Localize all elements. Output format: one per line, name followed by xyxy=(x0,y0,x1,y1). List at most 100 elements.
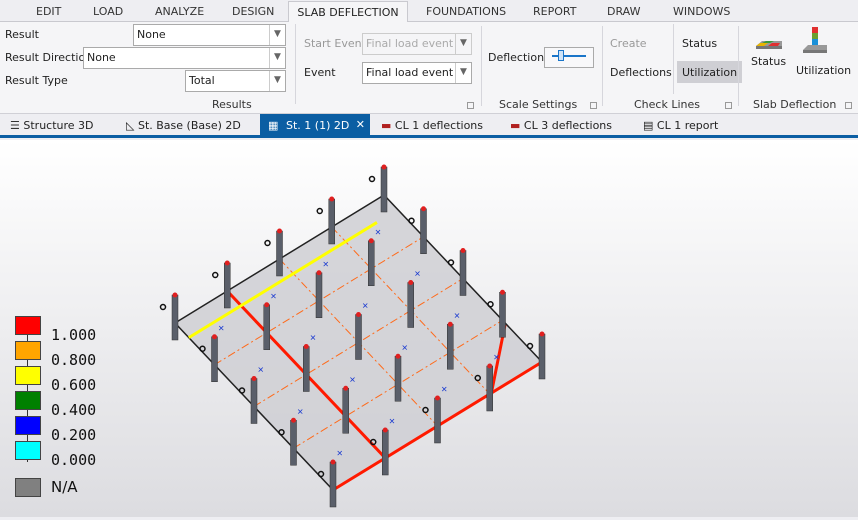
deflection-marker-icon: ✕ xyxy=(441,385,448,394)
legend-na-swatch xyxy=(15,478,41,497)
column-top xyxy=(291,417,296,423)
tab-foundations[interactable]: FOUNDATIONS xyxy=(426,5,506,18)
result-direction-select[interactable]: None ▼ xyxy=(83,47,286,69)
column xyxy=(459,250,467,296)
deflection-marker-icon: ✕ xyxy=(310,334,317,343)
column xyxy=(290,420,297,466)
start-event-label: Start Event xyxy=(304,37,366,50)
support-marker-icon xyxy=(368,175,376,183)
column xyxy=(538,333,546,380)
dialog-launcher-icon[interactable] xyxy=(845,102,852,109)
result-label: Result xyxy=(5,28,39,41)
start-event-value: Final load event xyxy=(366,37,454,50)
column-top xyxy=(316,270,322,276)
support-marker-icon xyxy=(212,271,219,279)
doc-tab-label: CL 1 report xyxy=(656,119,719,132)
legend-label: 1.000 xyxy=(51,326,97,344)
column-top xyxy=(356,312,361,317)
list-icon: ☰ xyxy=(10,119,20,132)
column-top xyxy=(330,459,336,465)
column xyxy=(420,208,427,254)
deflection-scale-slider[interactable] xyxy=(544,47,594,68)
legend-swatch xyxy=(15,316,41,335)
column xyxy=(434,397,441,444)
column-top xyxy=(277,228,282,234)
column xyxy=(303,346,310,392)
dialog-launcher-icon[interactable] xyxy=(725,102,732,109)
column-top xyxy=(395,353,401,359)
column-top xyxy=(303,344,309,349)
slab-status-button[interactable]: Status xyxy=(748,32,788,82)
tab-label: SLAB DEFLECTION xyxy=(297,6,399,19)
column xyxy=(394,356,402,402)
deflection-marker-icon: ✕ xyxy=(218,324,225,333)
checkline-status-button[interactable]: Status xyxy=(682,37,717,50)
tab-slab-deflection[interactable]: SLAB DEFLECTION xyxy=(288,1,408,23)
column-top xyxy=(329,196,335,202)
tab-load[interactable]: LOAD xyxy=(93,5,123,18)
dialog-launcher-icon[interactable] xyxy=(467,102,474,109)
column-top xyxy=(421,206,426,212)
column xyxy=(328,198,335,245)
close-icon[interactable]: ✕ xyxy=(356,118,365,131)
slab-utilization-icon xyxy=(803,27,827,53)
column xyxy=(447,324,454,370)
doc-tab-cl-3-deflections[interactable]: ▬ CL 3 deflections xyxy=(510,119,612,132)
support-marker-icon xyxy=(526,342,534,350)
column-top xyxy=(382,427,388,433)
column xyxy=(382,429,389,476)
menu-bar: SLAB DEFLECTION EDIT LOAD ANALYZE DESIGN… xyxy=(0,0,858,23)
doc-tab-cl-1-deflections[interactable]: ▬ CL 1 deflections xyxy=(381,119,483,132)
legend-swatch xyxy=(15,391,41,410)
result-direction-label: Result Direction xyxy=(5,51,93,64)
group-slab-deflection: Slab Deflection xyxy=(753,98,837,111)
result-type-select[interactable]: Total ▼ xyxy=(185,70,286,92)
deflection-marker-icon: ✕ xyxy=(257,366,264,375)
column-top xyxy=(381,164,387,170)
column-top xyxy=(539,331,545,337)
event-select[interactable]: Final load event ▼ xyxy=(362,62,472,84)
column xyxy=(224,262,231,309)
tab-windows[interactable]: WINDOWS xyxy=(673,5,730,18)
doc-tab-st-base-2d[interactable]: ◺ St. Base (Base) 2D xyxy=(126,119,241,132)
result-select[interactable]: None ▼ xyxy=(133,24,286,46)
column-top xyxy=(408,280,414,285)
legend-label: 0.600 xyxy=(51,376,97,394)
legend-na-label: N/A xyxy=(51,478,78,496)
group-scale-settings: Scale Settings xyxy=(499,98,578,111)
deflection-marker-icon: ✕ xyxy=(414,270,421,279)
column-top xyxy=(487,363,493,369)
column-top xyxy=(251,376,257,381)
checkline-icon: ▬ xyxy=(381,119,392,132)
result-type-value: Total xyxy=(189,74,215,87)
deflections-scale-label: Deflections xyxy=(488,51,550,64)
column-top xyxy=(343,385,349,391)
dialog-launcher-icon[interactable] xyxy=(590,102,597,109)
viewport-3d[interactable]: ✕ ✕ ✕ ✕ ✕ ✕ ✕ ✕ ✕ ✕ ✕ ✕ ✕ ✕ ✕ ✕ 1.000 0.800 0.600 0.400… xyxy=(0,140,858,517)
tab-report[interactable]: REPORT xyxy=(533,5,576,18)
column xyxy=(380,166,388,213)
tab-analyze[interactable]: ANALYZE xyxy=(155,5,204,18)
checkline-deflections-button[interactable]: Deflections xyxy=(610,66,672,79)
doc-tab-structure-3d[interactable]: ☰ Structure 3D xyxy=(10,119,94,132)
checkline-utilization-button[interactable]: Utilization xyxy=(677,61,743,83)
tab-draw[interactable]: DRAW xyxy=(607,5,640,18)
tab-edit[interactable]: EDIT xyxy=(36,5,61,18)
slab-status-icon xyxy=(756,41,782,49)
slab-utilization-button[interactable]: Utilization xyxy=(795,24,851,79)
column-top xyxy=(435,395,440,401)
legend-label: 0.000 xyxy=(51,451,97,469)
slab-utilization-label: Utilization xyxy=(796,64,852,77)
doc-tab-cl-1-report[interactable]: ▤ CL 1 report xyxy=(643,119,718,132)
slab-model[interactable]: ✕ ✕ ✕ ✕ ✕ ✕ ✕ ✕ ✕ ✕ ✕ ✕ ✕ ✕ ✕ ✕ xyxy=(0,140,858,517)
doc-tab-label: CL 3 deflections xyxy=(523,119,613,132)
deflection-marker-icon: ✕ xyxy=(336,449,343,458)
column xyxy=(276,230,283,277)
column-top xyxy=(212,334,217,340)
deflection-marker-icon: ✕ xyxy=(362,302,369,311)
column xyxy=(250,378,258,424)
chevron-down-icon: ▼ xyxy=(269,25,285,45)
legend-label: 0.800 xyxy=(51,351,97,369)
doc-tab-st-1-2d[interactable]: ▦ St. 1 (1) 2D ✕ xyxy=(260,114,370,138)
tab-design[interactable]: DESIGN xyxy=(232,5,274,18)
